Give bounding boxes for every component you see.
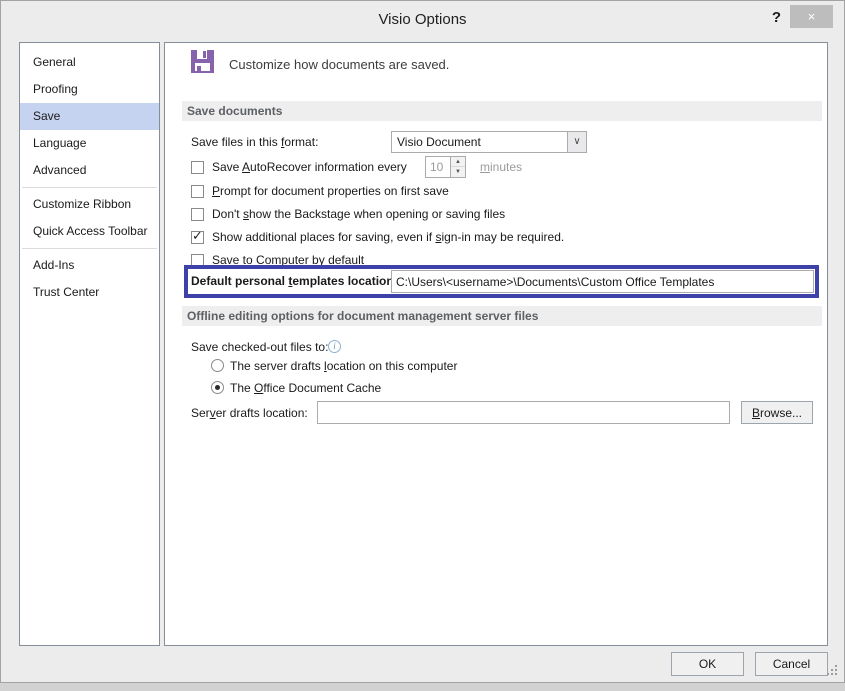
prompt-properties-label: Prompt for document properties on first … — [212, 184, 449, 198]
sidebar-divider — [22, 187, 157, 188]
checked-out-files-label: Save checked-out files to: — [191, 340, 328, 354]
server-drafts-location-input[interactable] — [317, 401, 730, 424]
page-title: Visio Options — [1, 11, 844, 28]
info-icon[interactable]: i — [328, 340, 341, 353]
dialog-window: Visio Options ? × General Proofing Save … — [0, 0, 845, 683]
visio-options-dialog: Visio Options ? × General Proofing Save … — [0, 0, 845, 691]
save-floppy-icon — [191, 50, 214, 73]
office-document-cache-radio-label: The Office Document Cache — [230, 381, 381, 395]
sidebar-item-trust-center[interactable]: Trust Center — [20, 279, 159, 306]
autorecover-minutes-value: 10 — [430, 160, 443, 174]
sidebar-divider — [22, 248, 157, 249]
office-document-cache-radio[interactable] — [211, 381, 224, 394]
server-drafts-location-label: Server drafts location: — [191, 406, 308, 420]
server-drafts-radio[interactable] — [211, 359, 224, 372]
backstage-label: Don't show the Backstage when opening or… — [212, 207, 505, 221]
templates-location-label: Default personal templates location: — [191, 274, 398, 288]
chevron-down-icon[interactable]: ∨ — [567, 132, 586, 152]
section-header-save-documents: Save documents — [182, 101, 822, 121]
autorecover-minutes-stepper[interactable]: 10 ▲ ▼ — [425, 156, 466, 178]
spinner-down-icon[interactable]: ▼ — [451, 167, 465, 177]
sidebar-item-general[interactable]: General — [20, 49, 159, 76]
help-icon[interactable]: ? — [772, 9, 781, 26]
page-description: Customize how documents are saved. — [229, 57, 449, 72]
sidebar-item-customize-ribbon[interactable]: Customize Ribbon — [20, 191, 159, 218]
window-bottom-edge — [0, 683, 845, 691]
format-label: Save files in this format: — [191, 135, 318, 149]
cancel-button[interactable]: Cancel — [755, 652, 828, 676]
file-format-select[interactable]: Visio Document ∨ — [391, 131, 587, 153]
minutes-label: minutes — [480, 160, 522, 174]
sidebar-item-quick-access-toolbar[interactable]: Quick Access Toolbar — [20, 218, 159, 245]
close-icon[interactable]: × — [790, 5, 833, 28]
sidebar-item-add-ins[interactable]: Add-Ins — [20, 252, 159, 279]
sidebar-item-proofing[interactable]: Proofing — [20, 76, 159, 103]
autorecover-label: Save AutoRecover information every — [212, 160, 407, 174]
additional-places-label: Show additional places for saving, even … — [212, 230, 564, 244]
backstage-checkbox[interactable] — [191, 208, 204, 221]
browse-button[interactable]: Browse... — [741, 401, 813, 424]
sidebar-item-language[interactable]: Language — [20, 130, 159, 157]
sidebar-item-save[interactable]: Save — [20, 103, 159, 130]
additional-places-checkbox[interactable]: ✓ — [191, 231, 204, 244]
resize-grip[interactable] — [827, 673, 829, 675]
file-format-value: Visio Document — [397, 135, 481, 149]
templates-location-input[interactable] — [391, 270, 814, 293]
section-header-offline-editing: Offline editing options for document man… — [182, 306, 822, 326]
ok-button[interactable]: OK — [671, 652, 744, 676]
sidebar: General Proofing Save Language Advanced … — [19, 42, 160, 646]
autorecover-checkbox[interactable] — [191, 161, 204, 174]
checkmark-icon: ✓ — [192, 228, 203, 244]
server-drafts-radio-label: The server drafts location on this compu… — [230, 359, 457, 373]
prompt-properties-checkbox[interactable] — [191, 185, 204, 198]
spinner-up-icon[interactable]: ▲ — [451, 157, 465, 167]
sidebar-item-advanced[interactable]: Advanced — [20, 157, 159, 184]
